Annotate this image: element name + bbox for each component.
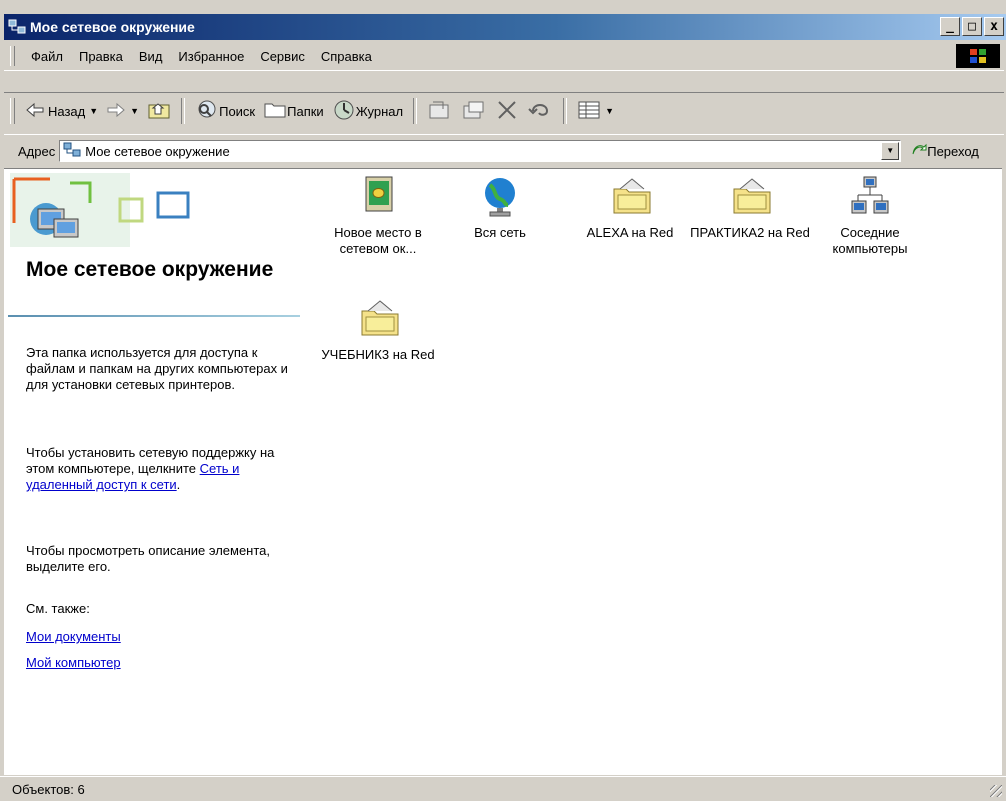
standard-toolbar: Назад ▼ ▼ Поиск Папки Журнал ▼ xyxy=(4,92,1004,129)
history-button[interactable]: Журнал xyxy=(328,96,407,126)
pane-title: Мое сетевое окружение xyxy=(26,258,274,281)
copy-to-icon xyxy=(461,99,487,124)
undo-button[interactable] xyxy=(523,96,557,126)
go-button[interactable]: Переход xyxy=(911,142,979,161)
move-to-icon xyxy=(427,99,453,124)
network-places-banner-icon xyxy=(10,173,210,253)
pane-divider xyxy=(8,315,300,317)
shared-folder-icon xyxy=(730,175,771,219)
item-label: ПРАКТИКА2 на Red xyxy=(690,225,810,240)
toolbar-separator xyxy=(413,98,418,124)
shared-folder-praktika-item[interactable]: ПРАКТИКА2 на Red xyxy=(690,175,810,241)
go-arrow-icon xyxy=(911,142,927,161)
forward-arrow-icon xyxy=(106,102,126,121)
toolbar-grip[interactable] xyxy=(10,98,15,124)
address-value: Мое сетевое окружение xyxy=(85,143,230,159)
search-button[interactable]: Поиск xyxy=(191,96,259,126)
close-button[interactable]: x xyxy=(984,17,1004,36)
folder-view: Мое сетевое окружение Эта папка использу… xyxy=(4,168,1002,775)
menu-view[interactable]: Вид xyxy=(131,49,171,64)
item-label: УЧЕБНИК3 на Red xyxy=(321,347,435,362)
menu-bar: Файл Правка Вид Избранное Сервис Справка xyxy=(4,42,1004,71)
address-label: Адрес xyxy=(18,143,56,159)
menu-file[interactable]: Файл xyxy=(23,49,71,64)
address-bar: Адрес Мое сетевое окружение ▼ Переход xyxy=(4,134,1004,167)
forward-button[interactable]: ▼ xyxy=(102,96,143,126)
object-count: Объектов: 6 xyxy=(12,781,85,797)
toolbar-separator xyxy=(563,98,568,124)
chevron-down-icon[interactable]: ▼ xyxy=(89,106,98,116)
shared-folder-icon xyxy=(610,175,651,219)
go-label: Переход xyxy=(927,143,979,159)
window-title: Мое сетевое окружение xyxy=(30,19,195,35)
see-also-label: См. также: xyxy=(26,601,90,616)
add-network-place-item[interactable]: Новое место в сетевом ок... xyxy=(318,175,438,257)
shared-folder-alexa-item[interactable]: ALEXA на Red xyxy=(570,175,690,241)
address-dropdown-button[interactable]: ▼ xyxy=(881,142,900,160)
setup-text-suffix: . xyxy=(176,477,181,492)
neighbor-computers-item[interactable]: Соседние компьютеры xyxy=(810,175,930,257)
address-input[interactable]: Мое сетевое окружение ▼ xyxy=(59,140,902,162)
item-label: Соседние компьютеры xyxy=(832,225,908,256)
search-label: Поиск xyxy=(219,103,256,119)
menu-edit[interactable]: Правка xyxy=(71,49,131,64)
delete-button[interactable] xyxy=(491,96,523,126)
shared-folder-icon xyxy=(358,297,399,341)
move-to-button[interactable] xyxy=(423,96,457,126)
views-button[interactable]: ▼ xyxy=(573,96,618,126)
back-button[interactable]: Назад ▼ xyxy=(21,96,102,126)
windows-logo-icon xyxy=(956,44,1000,68)
chevron-down-icon[interactable]: ▼ xyxy=(605,106,614,116)
back-label: Назад xyxy=(48,103,86,119)
item-label: Новое место в сетевом ок... xyxy=(334,225,422,256)
status-bar: Объектов: 6 xyxy=(0,776,1006,801)
add-network-place-icon xyxy=(358,175,398,219)
web-view-pane: Мое сетевое окружение Эта папка использу… xyxy=(4,169,304,775)
globe-icon xyxy=(480,175,520,219)
entire-network-item[interactable]: Вся сеть xyxy=(440,175,560,241)
item-label: Вся сеть xyxy=(474,225,526,240)
pane-setup-text: Чтобы установить сетевую поддержку на эт… xyxy=(26,445,301,493)
toolbar-separator xyxy=(181,98,186,124)
menu-help[interactable]: Справка xyxy=(313,49,380,64)
my-computer-link[interactable]: Мой компьютер xyxy=(26,655,301,671)
network-places-icon xyxy=(63,142,81,161)
chevron-down-icon[interactable]: ▼ xyxy=(130,106,139,116)
folders-icon xyxy=(263,100,287,123)
neighbor-computers-icon xyxy=(850,175,890,219)
item-label: ALEXA на Red xyxy=(586,225,674,240)
up-folder-button[interactable] xyxy=(143,96,175,126)
delete-x-icon xyxy=(495,99,519,124)
shared-folder-uchebnik-item[interactable]: УЧЕБНИК3 на Red xyxy=(318,297,438,363)
maximize-button[interactable]: □ xyxy=(962,17,982,36)
resize-grip[interactable] xyxy=(990,785,1002,797)
undo-icon xyxy=(527,99,553,124)
folders-label: Папки xyxy=(287,103,324,119)
copy-to-button[interactable] xyxy=(457,96,491,126)
search-icon xyxy=(195,99,219,124)
up-folder-icon xyxy=(147,100,171,123)
pane-description: Эта папка используется для доступа к фай… xyxy=(26,345,288,392)
folders-button[interactable]: Папки xyxy=(259,96,328,126)
title-bar: Мое сетевое окружение _ □ x xyxy=(4,14,1006,40)
menu-favorites[interactable]: Избранное xyxy=(170,49,252,64)
network-places-icon xyxy=(8,18,26,36)
back-arrow-icon xyxy=(25,102,45,121)
my-documents-link[interactable]: Мои документы xyxy=(26,629,301,645)
views-icon xyxy=(577,100,601,123)
minimize-button[interactable]: _ xyxy=(940,17,960,36)
history-icon xyxy=(332,99,356,124)
menu-tools[interactable]: Сервис xyxy=(252,49,313,64)
pane-select-hint: Чтобы просмотреть описание элемента, выд… xyxy=(26,543,271,574)
history-label: Журнал xyxy=(355,103,404,119)
menu-grip[interactable] xyxy=(10,46,15,66)
